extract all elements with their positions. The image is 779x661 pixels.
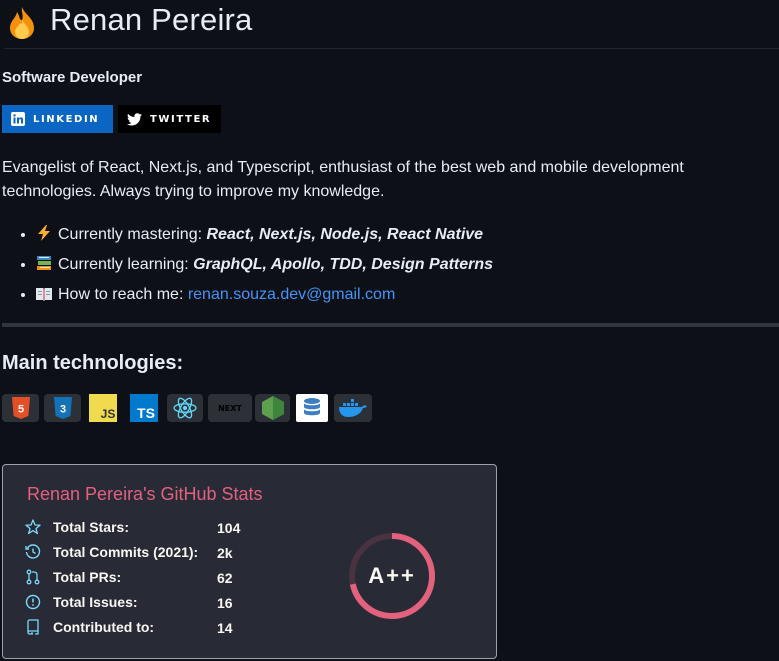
stat-row-prs: Total PRs: [25, 567, 121, 587]
linkedin-icon [11, 112, 25, 126]
linkedin-badge-label: LINKEDIN [33, 113, 100, 125]
github-stats-card: Renan Pereira's GitHub Stats Total Stars… [2, 464, 497, 659]
repo-icon [25, 618, 43, 636]
star-icon [25, 518, 43, 536]
technologies-heading: Main technologies: [2, 352, 184, 374]
profile-header: Renan Pereira [4, 0, 779, 49]
stats-card-title: Renan Pereira's GitHub Stats [27, 484, 263, 504]
stat-value: 16 [217, 595, 233, 611]
html5-icon: 5 [2, 394, 39, 422]
about-text: Evangelist of React, Next.js, and Typesc… [2, 159, 684, 200]
divider [2, 323, 779, 327]
twitter-icon [127, 112, 142, 125]
pull-request-icon [25, 568, 43, 586]
svg-text:NEXT: NEXT [218, 404, 242, 413]
svg-text:TS: TS [137, 405, 155, 421]
history-icon [25, 543, 43, 561]
linkedin-badge-link[interactable]: LINKEDIN [2, 105, 113, 133]
list-item-label: Currently learning: [58, 256, 194, 273]
list-item: How to reach me: renan.souza.dev@gmail.c… [36, 281, 776, 311]
css3-icon: 3 [44, 394, 81, 422]
stat-value: 14 [217, 620, 233, 636]
list-item-value: React, Next.js, Node.js, React Native [206, 226, 484, 243]
docker-icon [334, 394, 372, 422]
fire-icon [10, 7, 34, 39]
list-item: Currently learning: GraphQL, Apollo, TDD… [36, 251, 776, 281]
stat-label: Total Issues: [53, 594, 138, 610]
stat-value: 104 [217, 520, 241, 536]
stat-row-contributed: Contributed to: [25, 617, 154, 637]
list-item-value: GraphQL, Apollo, TDD, Design Patterns [193, 256, 494, 273]
profile-name: Renan Pereira [50, 2, 253, 37]
info-list: Currently mastering: React, Next.js, Nod… [0, 221, 776, 311]
books-icon [36, 253, 52, 281]
issue-icon [25, 593, 43, 611]
typescript-icon: TS [127, 394, 161, 422]
stat-row-stars: Total Stars: [25, 517, 129, 537]
lightning-icon [36, 223, 52, 251]
list-item: Currently mastering: React, Next.js, Nod… [36, 221, 776, 251]
nextjs-icon: NEXT [208, 394, 252, 422]
stat-label: Total Stars: [53, 519, 129, 535]
open-book-icon [36, 283, 52, 311]
grade-text: A++ [368, 563, 416, 588]
twitter-badge-link[interactable]: TWITTER [118, 105, 221, 133]
stat-value: 62 [217, 570, 233, 586]
stat-label: Total Commits (2021): [53, 544, 199, 560]
svg-text:JS: JS [101, 407, 116, 421]
profile-subtitle: Software Developer [2, 69, 143, 86]
stat-row-commits: Total Commits (2021): [25, 542, 198, 562]
svg-text:3: 3 [59, 404, 65, 416]
stat-label: Total PRs: [53, 569, 122, 585]
stat-row-issues: Total Issues: [25, 592, 138, 612]
email-link[interactable]: renan.souza.dev@gmail.com [188, 286, 395, 303]
twitter-badge-label: TWITTER [150, 113, 212, 125]
stat-value: 2k [217, 545, 233, 561]
list-item-label: Currently mastering: [58, 226, 207, 243]
list-item-label: How to reach me: [58, 286, 188, 303]
javascript-icon: JS [86, 394, 120, 422]
nodejs-icon [255, 394, 290, 422]
stat-label: Contributed to: [53, 619, 155, 635]
database-icon [296, 394, 328, 422]
react-icon [167, 394, 203, 422]
svg-text:5: 5 [17, 404, 23, 416]
